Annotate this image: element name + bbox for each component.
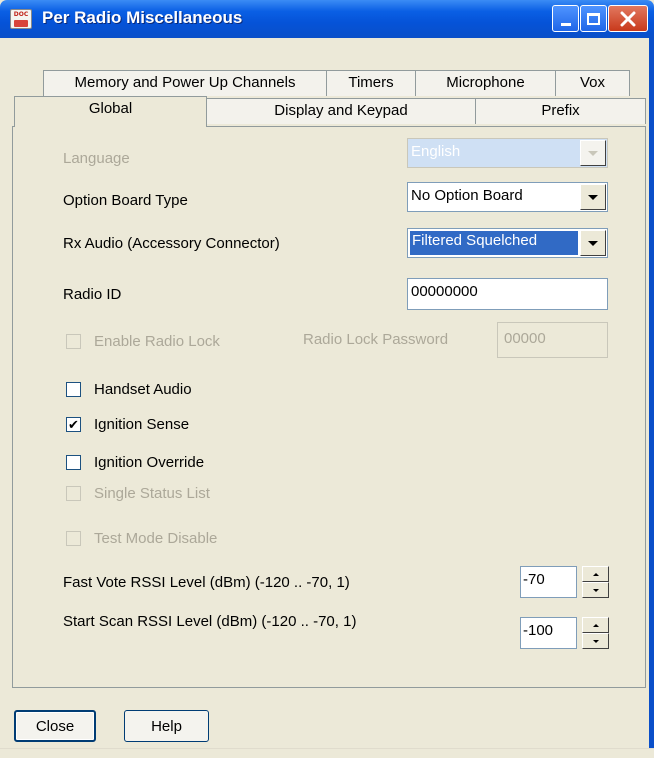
language-label: Language	[63, 150, 130, 167]
single-status-list-box[interactable]	[66, 486, 81, 501]
radio-id-field[interactable]: 00000000	[407, 278, 608, 310]
single-status-list-checkbox[interactable]: Single Status List	[66, 485, 210, 502]
test-mode-disable-label: Test Mode Disable	[94, 530, 218, 547]
single-status-list-label: Single Status List	[94, 485, 210, 502]
app-doc-icon[interactable]: DOC	[10, 9, 32, 29]
radio-lock-password-label: Radio Lock Password	[303, 331, 449, 348]
close-window-button[interactable]	[608, 5, 648, 32]
window-right-border	[649, 38, 654, 758]
start-scan-rssi-field[interactable]: -100	[520, 617, 577, 649]
dialog-window: DOC Per Radio Miscellaneous Memory and P…	[0, 0, 654, 758]
option-board-type-dropdown-button[interactable]	[580, 184, 606, 210]
start-scan-rssi-label: Start Scan RSSI Level (dBm) (-120 .. -70…	[63, 613, 357, 630]
fast-vote-rssi-increment-button[interactable]	[582, 566, 609, 582]
chevron-down-icon	[588, 150, 598, 156]
handset-audio-checkbox[interactable]: Handset Audio	[66, 381, 192, 398]
option-board-type-select[interactable]: No Option Board	[407, 182, 608, 212]
enable-radio-lock-checkbox[interactable]: Enable Radio Lock	[66, 333, 220, 350]
maximize-icon	[587, 12, 600, 25]
tab-prefix[interactable]: Prefix	[475, 98, 646, 124]
fast-vote-rssi-value: -70	[523, 571, 545, 588]
arrow-up-icon	[592, 572, 599, 576]
ignition-sense-checkbox[interactable]: ✔ Ignition Sense	[66, 416, 189, 433]
arrow-up-icon	[592, 623, 599, 627]
rx-audio-dropdown-button[interactable]	[580, 230, 606, 256]
ignition-sense-label: Ignition Sense	[94, 416, 190, 433]
tab-vox[interactable]: Vox	[555, 70, 630, 96]
fast-vote-rssi-decrement-button[interactable]	[582, 582, 609, 598]
language-value: English	[411, 143, 461, 160]
handset-audio-label: Handset Audio	[94, 381, 192, 398]
fast-vote-rssi-label: Fast Vote RSSI Level (dBm) (-120 .. -70,…	[63, 574, 350, 591]
rx-audio-label: Rx Audio (Accessory Connector)	[63, 235, 280, 252]
tab-display-and-keypad[interactable]: Display and Keypad	[206, 98, 476, 124]
fast-vote-rssi-field[interactable]: -70	[520, 566, 577, 598]
maximize-button[interactable]	[580, 5, 607, 32]
ignition-override-box[interactable]	[66, 455, 81, 470]
window-bottom-edge	[0, 748, 654, 758]
fast-vote-rssi-stepper[interactable]: -70	[520, 566, 612, 598]
close-button[interactable]: Close	[14, 710, 96, 742]
radio-id-label: Radio ID	[63, 286, 122, 303]
start-scan-rssi-value: -100	[523, 622, 554, 639]
enable-radio-lock-label: Enable Radio Lock	[94, 333, 220, 350]
tab-microphone[interactable]: Microphone	[415, 70, 556, 96]
tab-memory-and-power-up-channels[interactable]: Memory and Power Up Channels	[43, 70, 327, 96]
language-select[interactable]: English	[407, 138, 608, 168]
handset-audio-box[interactable]	[66, 382, 81, 397]
arrow-down-icon	[592, 639, 599, 643]
minimize-button[interactable]	[552, 5, 579, 32]
language-dropdown-button[interactable]	[580, 140, 606, 166]
start-scan-rssi-decrement-button[interactable]	[582, 633, 609, 649]
radio-lock-password-field[interactable]: 00000	[497, 322, 608, 358]
arrow-down-icon	[592, 588, 599, 592]
start-scan-rssi-increment-button[interactable]	[582, 617, 609, 633]
tab-global[interactable]: Global	[14, 96, 207, 127]
tab-timers[interactable]: Timers	[326, 70, 416, 96]
ignition-override-label: Ignition Override	[94, 454, 205, 471]
radio-id-value: 00000000	[411, 283, 478, 300]
test-mode-disable-box[interactable]	[66, 531, 81, 546]
option-board-type-value: No Option Board	[411, 187, 523, 204]
chevron-down-icon	[588, 240, 598, 246]
close-icon	[620, 11, 636, 26]
help-button[interactable]: Help	[124, 710, 209, 742]
radio-lock-password-value: 00000	[504, 330, 546, 347]
chevron-down-icon	[588, 194, 598, 200]
app-icon-label: DOC	[13, 11, 29, 18]
ignition-override-checkbox[interactable]: Ignition Override	[66, 454, 204, 471]
option-board-type-label: Option Board Type	[63, 192, 188, 209]
start-scan-rssi-stepper[interactable]: -100	[520, 617, 612, 649]
title-bar[interactable]: DOC Per Radio Miscellaneous	[0, 0, 654, 38]
enable-radio-lock-box[interactable]	[66, 334, 81, 349]
test-mode-disable-checkbox[interactable]: Test Mode Disable	[66, 530, 217, 547]
window-title: Per Radio Miscellaneous	[42, 8, 243, 27]
ignition-sense-box[interactable]: ✔	[66, 417, 81, 432]
rx-audio-value: Filtered Squelched	[410, 231, 578, 255]
rx-audio-select[interactable]: Filtered Squelched	[407, 228, 608, 258]
minimize-icon	[560, 23, 571, 26]
